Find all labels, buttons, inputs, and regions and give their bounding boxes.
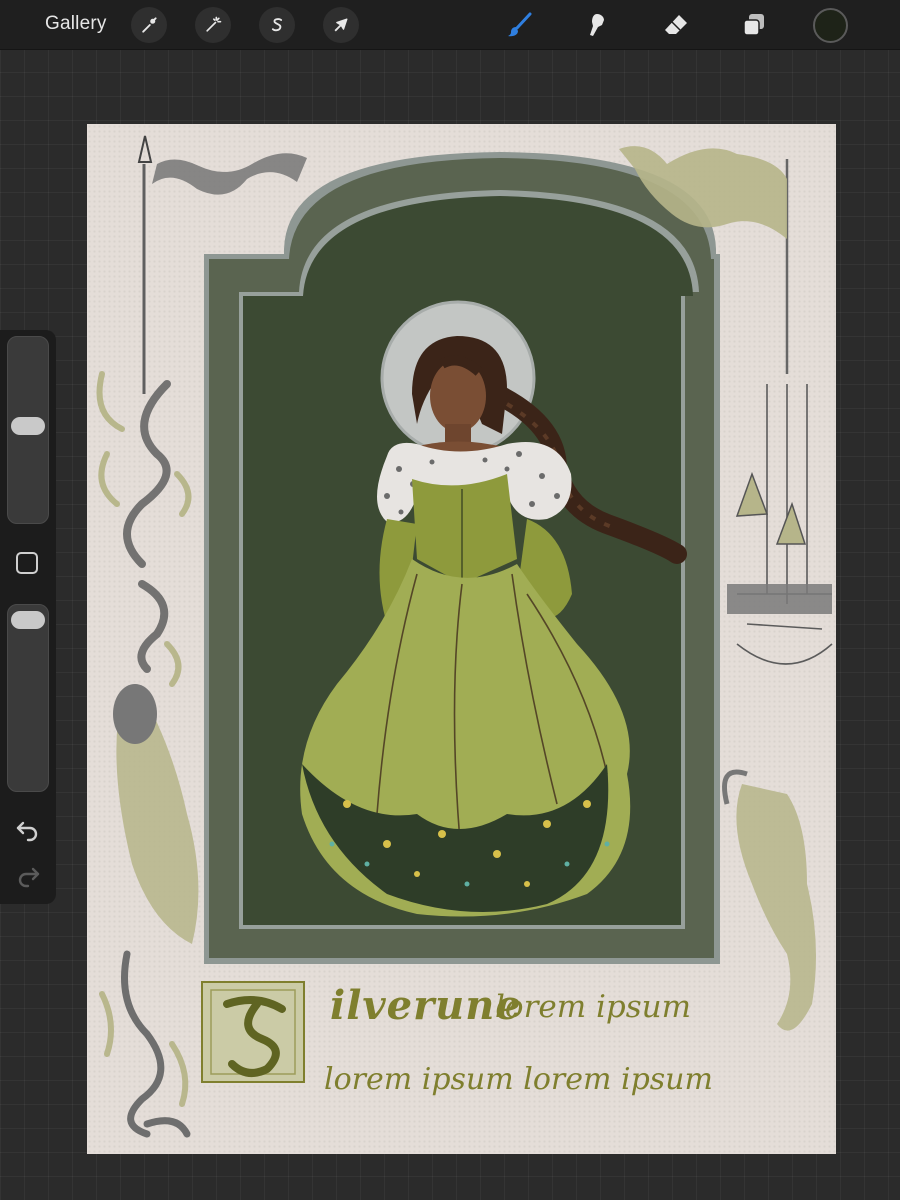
selection-s-icon <box>271 18 283 32</box>
transform-button[interactable] <box>323 7 359 43</box>
drawing-canvas[interactable]: ilverune lorem ipsum lorem ipsum lorem i… <box>87 124 836 1154</box>
left-sidebar <box>0 330 56 904</box>
magic-wand-icon <box>206 16 222 32</box>
adjustments-button[interactable] <box>195 7 231 43</box>
eraser-tool-button[interactable] <box>659 8 693 42</box>
arrow-cursor-icon <box>334 18 348 32</box>
opacity-slider[interactable] <box>7 604 49 792</box>
artwork-title: ilverune <box>330 982 522 1029</box>
layers-button[interactable] <box>737 8 771 42</box>
modify-button[interactable] <box>16 552 38 574</box>
eraser-icon <box>665 15 687 34</box>
artwork-title-rest: lorem ipsum <box>495 989 692 1025</box>
top-toolbar: Gallery <box>0 0 900 50</box>
actions-button[interactable] <box>131 7 167 43</box>
color-picker-button[interactable] <box>813 8 848 43</box>
smudge-icon <box>590 14 604 36</box>
redo-arrow-icon[interactable] <box>14 864 42 888</box>
opacity-thumb[interactable] <box>11 611 45 629</box>
wrench-icon <box>142 17 157 33</box>
layers-icon <box>743 14 764 36</box>
brush-tool-button[interactable] <box>503 8 537 42</box>
right-bird-sketch <box>736 784 816 1031</box>
brush-size-slider[interactable] <box>7 336 49 524</box>
gallery-button[interactable]: Gallery <box>45 13 107 35</box>
illuminated-capital <box>201 981 305 1083</box>
artwork-subtitle: lorem ipsum lorem ipsum <box>324 1062 713 1097</box>
left-bottom-swirl <box>121 950 191 1138</box>
left-swirls <box>123 380 171 673</box>
brush-size-thumb[interactable] <box>11 417 45 435</box>
brush-icon <box>508 12 532 37</box>
smudge-tool-button[interactable] <box>580 8 614 42</box>
undo-arrow-icon[interactable] <box>14 818 42 842</box>
selection-button[interactable] <box>259 7 295 43</box>
